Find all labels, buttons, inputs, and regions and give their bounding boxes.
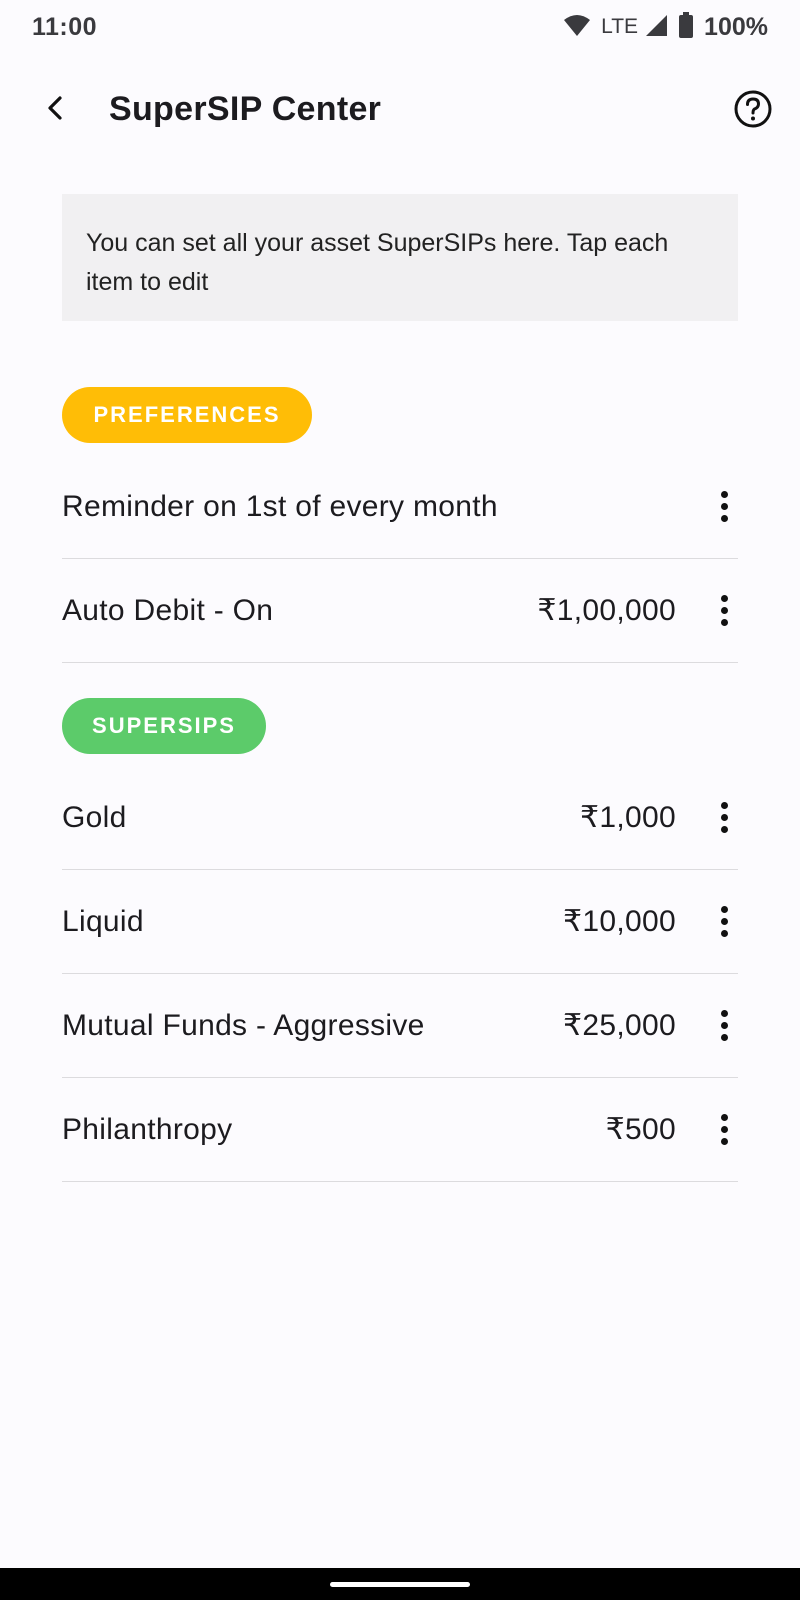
supersip-row-mutual-funds[interactable]: Mutual Funds - Aggressive ₹25,000 (62, 974, 738, 1078)
screen: 11:00 LTE 100% SuperSIP Center You can s… (0, 0, 800, 1600)
battery-level: 100% (704, 12, 768, 41)
row-label: Reminder on 1st of every month (62, 489, 498, 523)
more-vert-icon[interactable] (710, 589, 738, 633)
battery-icon (678, 11, 694, 43)
row-label: Auto Debit - On (62, 593, 274, 627)
supersip-row-liquid[interactable]: Liquid ₹10,000 (62, 870, 738, 974)
more-vert-icon[interactable] (710, 485, 738, 529)
row-right: ₹25,000 (563, 1004, 738, 1048)
network-type: LTE (601, 15, 639, 38)
back-arrow-icon (45, 95, 67, 126)
row-amount: ₹500 (605, 1113, 676, 1146)
status-icons: LTE 100% (563, 11, 768, 43)
navigation-bar (0, 1568, 800, 1600)
row-amount: ₹25,000 (563, 1009, 676, 1042)
home-handle[interactable] (330, 1581, 470, 1587)
back-button[interactable] (34, 88, 78, 132)
wifi-icon (563, 13, 591, 42)
signal-icon (644, 13, 668, 42)
row-amount: ₹1,00,000 (537, 594, 676, 627)
info-box: You can set all your asset SuperSIPs her… (62, 194, 738, 321)
more-vert-icon[interactable] (710, 1004, 738, 1048)
row-right (676, 485, 738, 529)
supersip-row-gold[interactable]: Gold ₹1,000 (62, 766, 738, 870)
supersips-section-label: SUPERSIPS (62, 698, 266, 754)
row-right: ₹10,000 (563, 900, 738, 944)
more-vert-icon[interactable] (710, 900, 738, 944)
preference-row-reminder[interactable]: Reminder on 1st of every month (62, 455, 738, 559)
page-title: SuperSIP Center (109, 90, 382, 128)
help-button[interactable] (730, 88, 776, 134)
status-time: 11:00 (32, 12, 98, 41)
row-amount: ₹1,000 (580, 801, 676, 834)
app-bar: SuperSIP Center (0, 70, 800, 150)
preference-row-auto-debit[interactable]: Auto Debit - On ₹1,00,000 (62, 559, 738, 663)
supersip-row-philanthropy[interactable]: Philanthropy ₹500 (62, 1078, 738, 1182)
row-label: Philanthropy (62, 1112, 233, 1146)
preferences-section-label: PREFERENCES (62, 387, 312, 443)
row-right: ₹1,00,000 (537, 589, 738, 633)
row-right: ₹500 (606, 1108, 738, 1152)
help-circle-icon (733, 89, 773, 134)
more-vert-icon[interactable] (710, 796, 738, 840)
row-right: ₹1,000 (580, 796, 738, 840)
info-text: You can set all your asset SuperSIPs her… (86, 229, 669, 296)
row-label: Liquid (62, 904, 144, 938)
row-label: Gold (62, 800, 127, 834)
row-label: Mutual Funds - Aggressive (62, 1008, 425, 1042)
status-bar: 11:00 LTE 100% (0, 0, 800, 54)
more-vert-icon[interactable] (710, 1108, 738, 1152)
row-amount: ₹10,000 (563, 905, 676, 938)
